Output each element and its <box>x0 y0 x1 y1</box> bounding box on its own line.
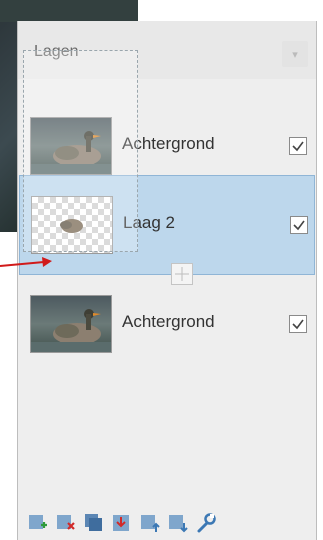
layer-properties-button[interactable] <box>195 512 217 534</box>
layer-row-laag-2[interactable]: Laag 2 <box>19 175 315 275</box>
move-layer-up-icon <box>141 515 160 532</box>
check-icon <box>293 220 305 231</box>
layer-name: Achtergrond <box>122 134 215 153</box>
layer-visibility-checkbox[interactable] <box>289 315 307 333</box>
move-layer-down-icon <box>169 515 188 533</box>
layer-row-background-bottom[interactable]: Achtergrond <box>19 275 315 375</box>
merge-layer-down-button[interactable] <box>111 512 133 534</box>
chevron-down-icon: ▾ <box>292 48 298 61</box>
layers-toolbar <box>17 506 317 540</box>
annotation-arrow-icon <box>0 257 52 267</box>
delete-layer-button[interactable] <box>55 512 77 534</box>
add-layer-icon <box>29 515 47 529</box>
layer-name: Achtergrond <box>122 312 215 331</box>
layer-name: Laag 2 <box>123 213 175 232</box>
delete-layer-icon <box>57 515 75 530</box>
panel-title: Lagen <box>34 43 79 60</box>
layer-thumbnail <box>30 295 112 353</box>
layer-visibility-checkbox[interactable] <box>290 216 308 234</box>
move-layer-down-button[interactable] <box>167 512 189 534</box>
check-icon <box>292 319 304 330</box>
duck-image-icon <box>31 309 111 352</box>
duck-image-icon <box>31 131 111 174</box>
layer-visibility-checkbox[interactable] <box>289 137 307 155</box>
add-layer-button[interactable] <box>27 512 49 534</box>
merge-layer-down-icon <box>113 515 129 531</box>
move-layer-up-button[interactable] <box>139 512 161 534</box>
layer-thumbnail <box>30 117 112 175</box>
move-cursor-icon <box>171 263 193 285</box>
duplicate-layer-button[interactable] <box>83 512 105 534</box>
wrench-icon <box>197 513 216 533</box>
duplicate-layer-icon <box>85 514 102 531</box>
panel-header: Lagen ▾ <box>18 21 316 79</box>
panel-menu-button[interactable]: ▾ <box>282 41 308 67</box>
layers-panel: Lagen ▾ Achtergrond Laag 2 Achtergrond <box>17 21 317 540</box>
check-icon <box>292 141 304 152</box>
